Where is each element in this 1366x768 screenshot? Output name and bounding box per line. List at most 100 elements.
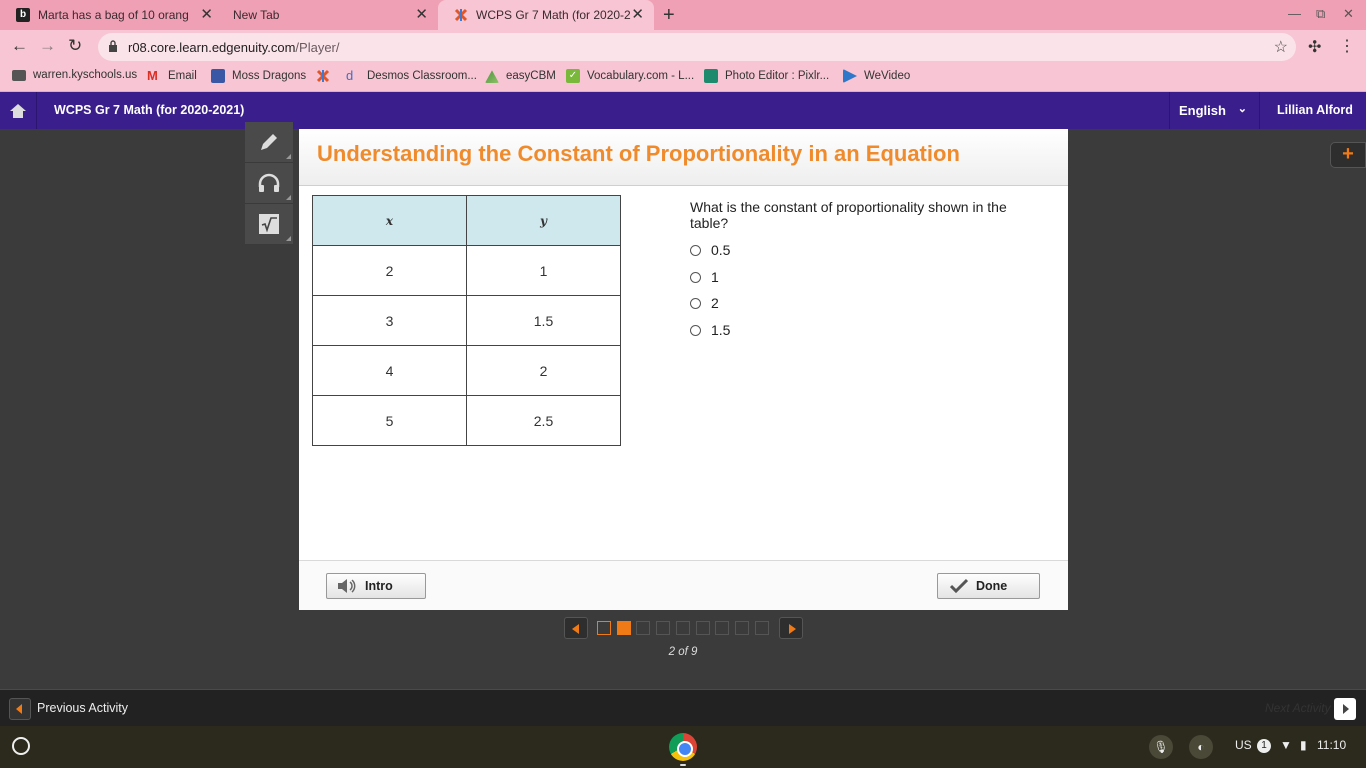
wifi-icon[interactable]: ▼	[1280, 738, 1292, 752]
wevideo-icon	[843, 69, 857, 83]
pager-next-button[interactable]	[779, 617, 803, 639]
bookmark-desmos[interactable]: d Desmos Classroom...	[346, 69, 477, 83]
classroom-icon	[211, 69, 225, 83]
close-icon[interactable]: ✕	[415, 7, 428, 23]
table-cell: 1.5	[466, 295, 621, 346]
browser-toolbar: ← → ↻ r08.core.learn.edgenuity.com/Playe…	[0, 30, 1366, 63]
previous-activity-button[interactable]	[9, 698, 31, 720]
tab-edgenuity[interactable]: WCPS Gr 7 Math (for 2020-2021 ✕	[438, 0, 654, 30]
bookmark-label: Moss Dragons	[232, 70, 307, 82]
activity-bar: Previous Activity Next Activity	[0, 689, 1366, 726]
bookmark-email[interactable]: M Email	[147, 69, 197, 83]
pager-square[interactable]	[734, 621, 749, 635]
home-button[interactable]	[0, 92, 37, 129]
pencil-tool[interactable]	[245, 122, 293, 163]
bookmark-label: Desmos Classroom...	[367, 70, 477, 82]
screen-capture-icon[interactable]: ◐	[1189, 735, 1213, 759]
calculator-tool[interactable]	[245, 204, 293, 245]
address-bar[interactable]: r08.core.learn.edgenuity.com/Player/ ☆	[98, 33, 1296, 61]
radio-button[interactable]	[690, 271, 701, 283]
running-indicator	[680, 764, 686, 766]
extensions-icon[interactable]: ✣	[1308, 37, 1321, 57]
arrow-left-icon	[16, 704, 22, 714]
pager-square[interactable]	[695, 621, 710, 635]
tools-panel	[245, 122, 293, 245]
headphones-icon	[258, 173, 280, 192]
folder-icon	[12, 69, 26, 81]
new-tab-icon[interactable]: +	[663, 5, 675, 25]
close-icon[interactable]: ✕	[631, 7, 644, 23]
answer-option[interactable]: 1	[690, 269, 719, 285]
pager-square[interactable]	[715, 621, 730, 635]
radio-button[interactable]	[690, 244, 701, 256]
done-label: Done	[976, 579, 1008, 593]
done-button[interactable]: Done	[937, 573, 1040, 599]
notification-badge[interactable]: 1	[1257, 739, 1271, 753]
keyboard-layout[interactable]: US	[1235, 738, 1252, 752]
radio-button[interactable]	[690, 324, 701, 336]
table-cell: 2	[466, 345, 621, 396]
clock[interactable]: 11:10	[1317, 738, 1346, 752]
bookmark-warren[interactable]: warren.kyschools.us	[12, 69, 137, 81]
reload-icon[interactable]: ↻	[68, 36, 82, 56]
bookmark-vocabulary[interactable]: ✓ Vocabulary.com - L...	[566, 69, 694, 83]
bookmark-easycbm[interactable]: easyCBM	[485, 69, 556, 83]
pager-square[interactable]	[675, 621, 690, 635]
table-cell: 4	[312, 345, 467, 396]
tab-label: Marta has a bag of 10 orange b	[38, 8, 188, 22]
pager-square[interactable]	[656, 621, 671, 635]
pager-square[interactable]	[616, 621, 631, 635]
answer-option[interactable]: 2	[690, 295, 719, 311]
table-row: 2 1	[312, 245, 621, 296]
arrow-right-icon	[789, 624, 796, 634]
url-text: r08.core.learn.edgenuity.com/Player/	[128, 40, 340, 55]
page-count: 2 of 9	[668, 646, 698, 658]
microphone-icon[interactable]: 🎙	[1149, 735, 1173, 759]
intro-button[interactable]: Intro	[326, 573, 426, 599]
pager-square[interactable]	[636, 621, 651, 635]
plus-icon: +	[1342, 143, 1354, 165]
bookmark-edgenuity[interactable]	[316, 69, 337, 83]
answer-option[interactable]: 0.5	[690, 242, 730, 258]
audio-tool[interactable]	[245, 163, 293, 204]
arrow-left-icon	[572, 624, 579, 634]
gmail-icon: M	[147, 68, 158, 83]
menu-icon[interactable]: ⋮	[1339, 36, 1355, 56]
language-selector[interactable]: English ⌄	[1169, 92, 1260, 129]
easycbm-icon	[485, 70, 499, 83]
radio-button[interactable]	[690, 297, 701, 309]
close-icon[interactable]: ✕	[200, 7, 213, 23]
brainly-icon: b	[16, 8, 30, 22]
tab-brainly[interactable]: b Marta has a bag of 10 orange b ✕	[0, 0, 223, 30]
table-row: 5 2.5	[312, 395, 621, 446]
bookmark-label: easyCBM	[506, 70, 556, 82]
table-row: 3 1.5	[312, 295, 621, 346]
user-name[interactable]: Lillian Alford	[1277, 103, 1353, 117]
back-icon[interactable]: ←	[11, 36, 28, 56]
lesson-title: Understanding the Constant of Proportion…	[317, 141, 960, 166]
minimize-icon[interactable]: —	[1288, 6, 1301, 21]
battery-icon[interactable]: ▮	[1300, 738, 1307, 752]
chrome-icon[interactable]	[669, 733, 697, 761]
bookmark-pixlr[interactable]: Photo Editor : Pixlr...	[704, 69, 829, 83]
vocabulary-icon: ✓	[566, 69, 580, 83]
pager-square[interactable]	[597, 621, 611, 635]
previous-activity-label[interactable]: Previous Activity	[37, 701, 128, 715]
bookmark-star-icon[interactable]: ☆	[1274, 37, 1288, 57]
chevron-down-icon: ⌄	[1237, 103, 1247, 115]
bookmark-wevideo[interactable]: WeVideo	[843, 69, 910, 83]
bookmark-label: Photo Editor : Pixlr...	[725, 70, 830, 82]
bookmark-label: WeVideo	[864, 70, 911, 82]
restore-icon[interactable]: ⧉	[1316, 6, 1325, 22]
tab-new-tab[interactable]: New Tab ✕	[223, 0, 438, 30]
answer-option[interactable]: 1.5	[690, 322, 730, 338]
close-window-icon[interactable]: ✕	[1343, 6, 1354, 22]
forward-icon[interactable]: →	[39, 36, 56, 56]
pixlr-icon	[704, 69, 718, 83]
launcher-icon[interactable]	[12, 737, 30, 755]
pager-square[interactable]	[754, 621, 769, 635]
pager-previous-button[interactable]	[564, 617, 588, 639]
add-note-button[interactable]: +	[1330, 142, 1366, 168]
bookmark-moss-dragons[interactable]: Moss Dragons	[211, 69, 306, 83]
next-activity-button[interactable]	[1334, 698, 1356, 720]
